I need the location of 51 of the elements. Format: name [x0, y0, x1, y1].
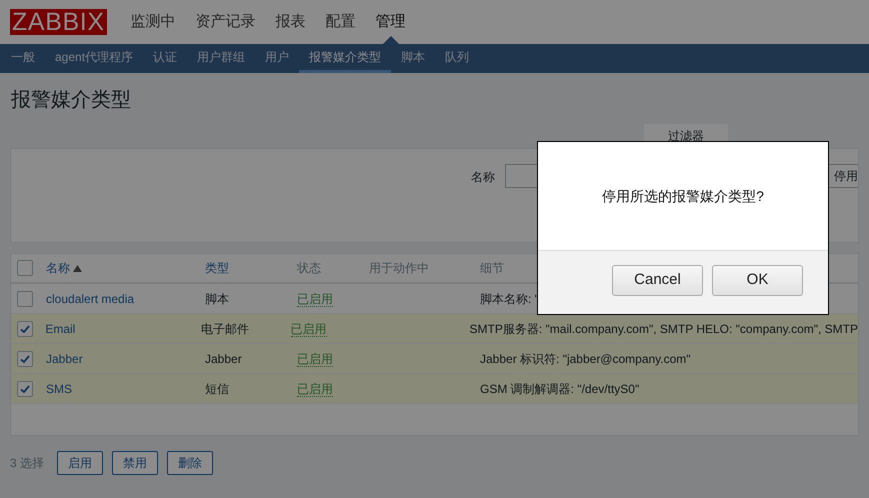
checkbox[interactable]	[17, 320, 33, 336]
menu-item[interactable]: 配置	[316, 0, 366, 44]
check-icon	[19, 382, 31, 394]
submenu-item[interactable]: 用户群组	[187, 44, 256, 73]
table-cell-text: Jabber	[205, 350, 243, 368]
menu-item[interactable]: 资产记录	[186, 0, 266, 44]
logo[interactable]: ZABBIX	[10, 9, 107, 35]
column-header: 用于动作中	[369, 260, 430, 277]
submenu-item[interactable]: 脚本	[391, 44, 436, 73]
action-button[interactable]: 删除	[167, 451, 214, 475]
menu-item[interactable]: 监测中	[120, 0, 186, 44]
page-title: 报警媒介类型	[10, 88, 132, 113]
status-link[interactable]: 已启用	[290, 322, 327, 336]
submenu-item[interactable]: 报警媒介类型	[299, 44, 392, 73]
submenu-item[interactable]: 用户	[255, 44, 300, 73]
column-header: 细节	[480, 260, 505, 277]
column-header[interactable]: 名称	[46, 259, 205, 277]
field-label: 名称	[471, 169, 495, 186]
submenu-item[interactable]: 队列	[435, 44, 480, 73]
table-cell-text: 脚本	[205, 290, 230, 308]
table-cell-text: 短信	[205, 380, 230, 398]
checkbox[interactable]	[17, 290, 33, 306]
table-cell-text: SMTP服务器: "mail.company.com", SMTP HELO: "company.com", SMTP	[470, 320, 858, 338]
status-link[interactable]: 已启用	[297, 382, 333, 396]
table-cell-text: 电子邮件	[200, 320, 250, 338]
name-link[interactable]: cloudalert media	[46, 290, 205, 308]
action-button[interactable]: 禁用	[112, 451, 158, 475]
table-cell-text: Jabber 标识符: "jabber@company.com"	[480, 350, 691, 368]
check-icon	[19, 322, 31, 334]
check-icon	[19, 352, 31, 364]
submenu-item[interactable]: 认证	[143, 44, 188, 73]
checkbox[interactable]	[17, 260, 33, 276]
checkbox[interactable]	[17, 350, 33, 366]
checkbox[interactable]	[17, 380, 33, 396]
dialog-button[interactable]: Cancel	[612, 265, 703, 296]
status-link[interactable]: 已启用	[297, 292, 333, 306]
action-button[interactable]: 启用	[57, 451, 104, 475]
status-link[interactable]: 已启用	[297, 352, 333, 366]
column-header: 状态	[297, 260, 322, 277]
name-link[interactable]: Jabber	[46, 350, 205, 368]
selected-count: 3 选择	[10, 455, 44, 472]
table-cell-text: GSM 调制解调器: "/dev/ttyS0"	[480, 380, 640, 398]
submenu-item[interactable]: 一般	[1, 44, 45, 73]
sort-up-icon	[73, 264, 82, 272]
column-header[interactable]: 类型	[205, 259, 297, 277]
dialog-button[interactable]: OK	[712, 265, 803, 296]
name-link[interactable]: SMS	[46, 380, 205, 398]
name-link[interactable]: Email	[45, 320, 201, 338]
menu-item[interactable]: 报表	[266, 0, 316, 44]
submenu-item[interactable]: agent代理程序	[45, 44, 144, 73]
dialog-message: 停用所选的报警媒介类型?	[602, 186, 764, 206]
